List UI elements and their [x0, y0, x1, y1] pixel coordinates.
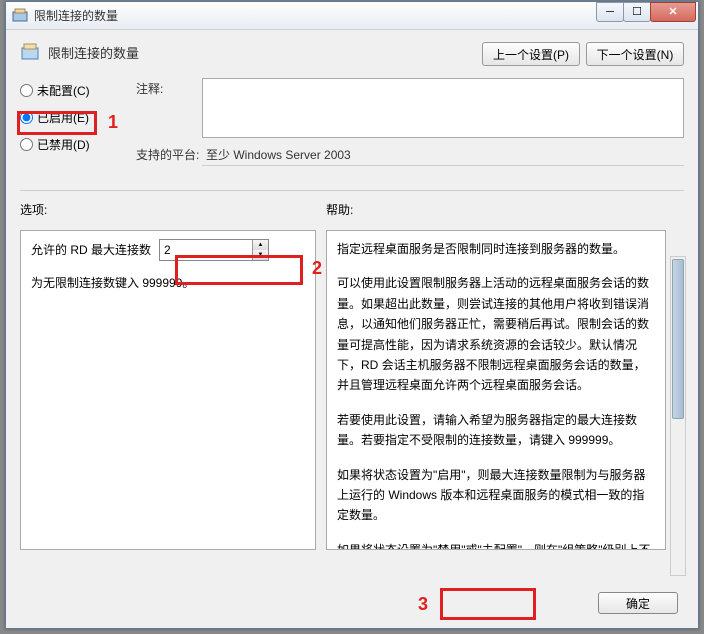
minimize-button[interactable]: ─ [596, 2, 624, 22]
options-label: 选项: [20, 201, 326, 218]
policy-title: 限制连接的数量 [48, 43, 139, 62]
comment-label: 注释: [136, 78, 202, 138]
radio-not-configured-label: 未配置(C) [37, 82, 90, 99]
footer-buttons: 确定 [598, 592, 678, 614]
radio-enabled-label: 已启用(E) [37, 109, 89, 126]
previous-setting-button[interactable]: 上一个设置(P) [482, 42, 580, 66]
comment-input[interactable] [202, 78, 684, 138]
policy-editor-window: 限制连接的数量 ─ ☐ ✕ 限制连接的数量 上一个设置(P) 下一个设置(N) [5, 1, 699, 629]
max-connections-label: 允许的 RD 最大连接数 [31, 240, 151, 260]
help-paragraph: 可以使用此设置限制服务器上活动的远程桌面服务会话的数量。如果超出此数量，则尝试连… [337, 273, 655, 395]
max-connections-spinner[interactable]: ▲ ▼ [159, 239, 269, 261]
next-setting-button[interactable]: 下一个设置(N) [586, 42, 684, 66]
spinner-down-button[interactable]: ▼ [253, 250, 268, 260]
help-paragraph: 如果将状态设置为"禁用"或"未配置"，则在"组策略"级别上不强制限制连接的数量。 [337, 540, 655, 550]
unlimited-note: 为无限制连接数键入 999999。 [31, 273, 305, 293]
scrollbar-thumb[interactable] [672, 259, 684, 419]
app-icon [12, 8, 28, 24]
separator [20, 190, 684, 191]
help-paragraph: 如果将状态设置为"启用"，则最大连接数量限制为与服务器上运行的 Windows … [337, 465, 655, 526]
radio-disabled-input[interactable] [20, 138, 33, 151]
title-bar: 限制连接的数量 ─ ☐ ✕ [6, 2, 698, 30]
radio-not-configured-input[interactable] [20, 84, 33, 97]
platform-value: 至少 Windows Server 2003 [202, 144, 684, 166]
policy-icon [20, 42, 40, 62]
vertical-scrollbar[interactable] [670, 256, 686, 576]
help-paragraph: 若要使用此设置，请输入希望为服务器指定的最大连接数量。若要指定不受限制的连接数量… [337, 410, 655, 451]
radio-enabled-input[interactable] [20, 111, 33, 124]
radio-not-configured[interactable]: 未配置(C) [20, 82, 126, 99]
max-connections-input[interactable] [160, 240, 252, 260]
window-title: 限制连接的数量 [34, 7, 597, 24]
options-panel: 允许的 RD 最大连接数 ▲ ▼ 为无限制连接数键入 999999。 [20, 230, 316, 550]
radio-disabled[interactable]: 已禁用(D) [20, 136, 126, 153]
help-label: 帮助: [326, 201, 353, 218]
help-panel: 指定远程桌面服务是否限制同时连接到服务器的数量。 可以使用此设置限制服务器上活动… [326, 230, 666, 550]
radio-disabled-label: 已禁用(D) [37, 136, 90, 153]
radio-enabled[interactable]: 已启用(E) [20, 109, 126, 126]
state-radio-group: 未配置(C) 已启用(E) 已禁用(D) [20, 82, 126, 153]
close-button[interactable]: ✕ [650, 2, 696, 22]
spinner-up-button[interactable]: ▲ [253, 240, 268, 250]
maximize-button[interactable]: ☐ [623, 2, 651, 22]
ok-button[interactable]: 确定 [598, 592, 678, 614]
window-controls: ─ ☐ ✕ [597, 2, 696, 22]
help-paragraph: 指定远程桌面服务是否限制同时连接到服务器的数量。 [337, 239, 655, 259]
platform-label: 支持的平台: [136, 144, 202, 166]
